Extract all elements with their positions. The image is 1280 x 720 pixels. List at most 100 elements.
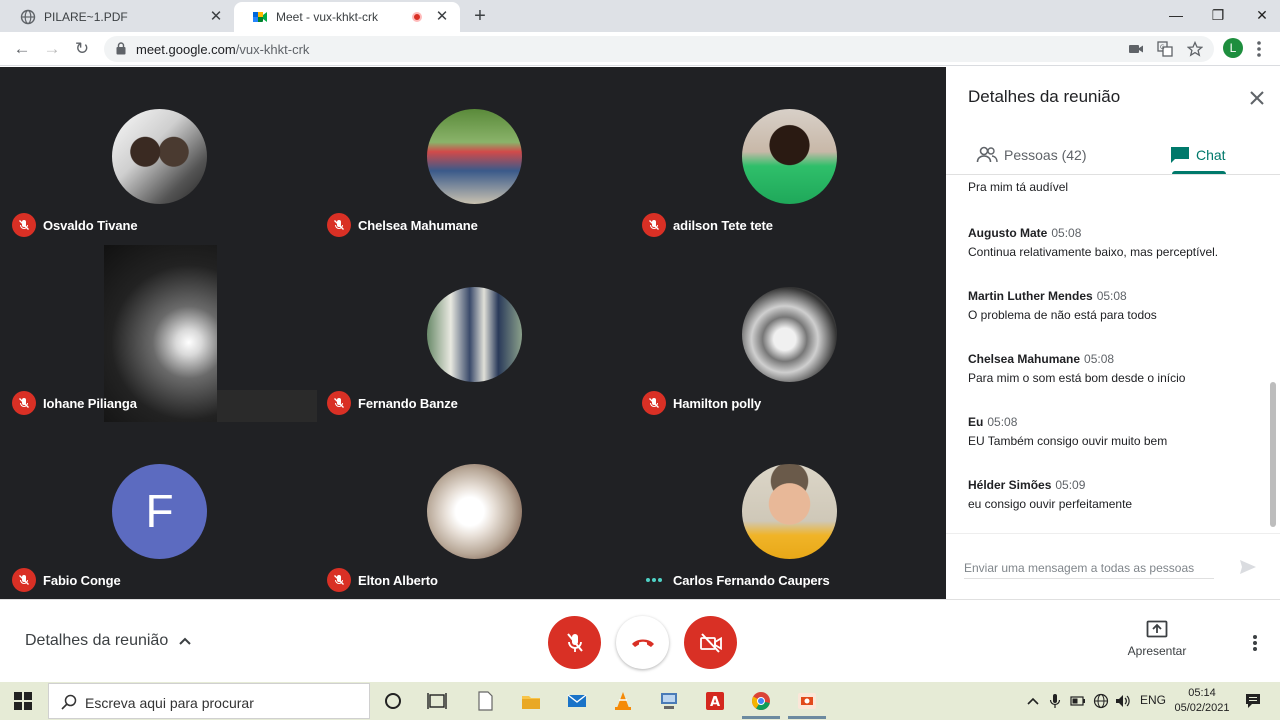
mic-off-icon: [12, 213, 36, 237]
cortana-icon[interactable]: [382, 690, 404, 712]
message-text: eu consigo ouvir perfeitamente: [968, 497, 1133, 511]
mic-off-icon: [12, 391, 36, 415]
participant-tile[interactable]: Hamilton polly: [632, 245, 947, 422]
participant-name: Elton Alberto: [358, 572, 438, 588]
message-text: EU Também consigo ouvir muito bem: [968, 434, 1168, 448]
acrobat-icon[interactable]: A: [704, 690, 726, 712]
message-text: Para mim o som está bom desde o início: [968, 371, 1186, 385]
participant-name: Fernando Banze: [358, 395, 458, 411]
browser-tab-strip: PILARE~1.PDF ✕ Meet - vux-khkt-crk ✕ + —…: [0, 0, 1280, 32]
present-button[interactable]: Apresentar: [1120, 620, 1194, 658]
browser-tab-meet[interactable]: Meet - vux-khkt-crk ✕: [234, 2, 460, 32]
globe-icon: [20, 9, 36, 25]
avatar: [427, 287, 522, 382]
mic-off-icon: [12, 568, 36, 592]
notifications-icon[interactable]: [1244, 692, 1262, 710]
chat-icon: [1171, 147, 1189, 163]
translate-icon[interactable]: G: [1157, 41, 1173, 57]
vlc-icon[interactable]: [612, 690, 634, 712]
participant-tile[interactable]: Elton Alberto: [317, 422, 632, 599]
reload-icon[interactable]: ↻: [71, 38, 93, 60]
close-tab-icon[interactable]: ✕: [208, 9, 224, 25]
chrome-menu-icon[interactable]: [1254, 38, 1264, 60]
leave-call-button[interactable]: [616, 616, 669, 669]
message-sender: Chelsea Mahumane: [968, 352, 1081, 366]
hang-up-icon: [631, 639, 654, 647]
tab-people-label: Pessoas (42): [1004, 147, 1087, 163]
close-panel-icon[interactable]: [1246, 87, 1268, 109]
avatar: [742, 464, 837, 559]
restore-icon[interactable]: ❐: [1198, 4, 1238, 26]
battery-icon[interactable]: [1070, 693, 1086, 709]
chevron-up-icon: [179, 637, 191, 645]
camera-icon[interactable]: [1128, 41, 1144, 57]
chat-messages[interactable]: Pra mim tá audível Augusto Mate 05:08 Con…: [946, 175, 1280, 530]
bookmark-star-icon[interactable]: [1187, 41, 1203, 57]
participant-tile[interactable]: Osvaldo Tivane: [2, 67, 317, 244]
task-view-icon[interactable]: [426, 690, 448, 712]
avatar: [427, 464, 522, 559]
participant-nameplate: Iohane Pilianga: [12, 391, 137, 415]
profile-avatar[interactable]: L: [1223, 38, 1243, 58]
participant-name: Iohane Pilianga: [43, 395, 137, 411]
forward-icon[interactable]: →: [41, 38, 63, 60]
participant-tile[interactable]: Fernando Banze: [317, 245, 632, 422]
lock-icon: [116, 42, 126, 55]
network-globe-icon[interactable]: [1093, 693, 1109, 709]
participant-name: adilson Tete tete: [673, 217, 773, 233]
mic-off-icon: [642, 391, 666, 415]
taskbar-clock[interactable]: 05:14 05/02/2021: [1172, 686, 1232, 716]
participant-nameplate: Osvaldo Tivane: [12, 213, 138, 237]
speaking-indicator-icon: [642, 568, 666, 592]
show-hidden-icons-icon[interactable]: [1026, 693, 1040, 709]
participant-tile[interactable]: adilson Tete tete: [632, 67, 947, 244]
close-window-icon[interactable]: ✕: [1242, 4, 1280, 26]
meeting-details-button[interactable]: Detalhes da reunião: [25, 632, 192, 650]
chat-message: Hélder Simões 05:09 eu consigo ouvir perf…: [968, 478, 1258, 511]
message-time: 05:08: [1051, 226, 1082, 240]
participant-tile[interactable]: Carlos Fernando Caupers: [632, 422, 947, 599]
back-icon[interactable]: ←: [11, 38, 33, 60]
participant-tile[interactable]: Chelsea Mahumane: [317, 67, 632, 244]
file-explorer-icon[interactable]: [520, 690, 542, 712]
mic-off-icon: [642, 213, 666, 237]
chat-message: Augusto Mate 05:08 Continua relativamente…: [968, 226, 1258, 259]
tab-people[interactable]: Pessoas (42): [976, 137, 1086, 173]
new-tab-button[interactable]: +: [470, 6, 490, 26]
minimize-icon[interactable]: —: [1156, 4, 1196, 26]
send-icon[interactable]: [1238, 557, 1258, 577]
chat-message-input[interactable]: [964, 557, 1214, 579]
volume-icon[interactable]: [1115, 693, 1131, 709]
participant-nameplate: Hamilton polly: [642, 391, 761, 415]
windows-start-icon[interactable]: [14, 692, 32, 710]
microphone-tray-icon[interactable]: [1048, 693, 1062, 709]
camera-toggle-button[interactable]: [684, 616, 737, 669]
meeting-controls-bar: Detalhes da reunião Apresentar: [0, 599, 1280, 682]
tab-title: Meet - vux-khkt-crk: [276, 10, 379, 24]
participant-grid: Osvaldo Tivane Chelsea Mahumane adilson …: [0, 67, 946, 599]
windows-taskbar: Escreva aqui para procurar A ENG 05:14 0…: [0, 682, 1280, 720]
mic-off-icon: [327, 568, 351, 592]
taskbar-search-input[interactable]: Escreva aqui para procurar: [48, 683, 370, 719]
mail-icon[interactable]: [566, 690, 588, 712]
close-tab-icon[interactable]: ✕: [434, 9, 450, 25]
document-icon[interactable]: [474, 690, 496, 712]
participant-tile[interactable]: F Fabio Conge: [2, 422, 317, 599]
participant-nameplate: Carlos Fernando Caupers: [642, 568, 830, 592]
participant-tile[interactable]: Iohane Pilianga: [2, 245, 317, 422]
more-options-icon[interactable]: [1250, 632, 1260, 654]
participant-name: Fabio Conge: [43, 572, 121, 588]
presentation-app-icon[interactable]: [796, 690, 818, 712]
chat-scrollbar[interactable]: [1270, 382, 1276, 527]
url-domain: meet.google.com: [136, 42, 236, 57]
mic-off-icon: [566, 632, 583, 652]
message-time: 05:08: [1096, 289, 1127, 303]
browser-tab-pdf[interactable]: PILARE~1.PDF ✕: [2, 2, 234, 32]
chrome-icon[interactable]: [750, 690, 772, 712]
mic-toggle-button[interactable]: [548, 616, 601, 669]
tab-chat[interactable]: Chat: [1170, 137, 1226, 173]
tab-title: PILARE~1.PDF: [44, 10, 128, 24]
address-bar[interactable]: meet.google.com/vux-khkt-crk G: [104, 36, 1214, 62]
input-language[interactable]: ENG: [1140, 693, 1166, 709]
network-computer-icon[interactable]: [658, 690, 680, 712]
